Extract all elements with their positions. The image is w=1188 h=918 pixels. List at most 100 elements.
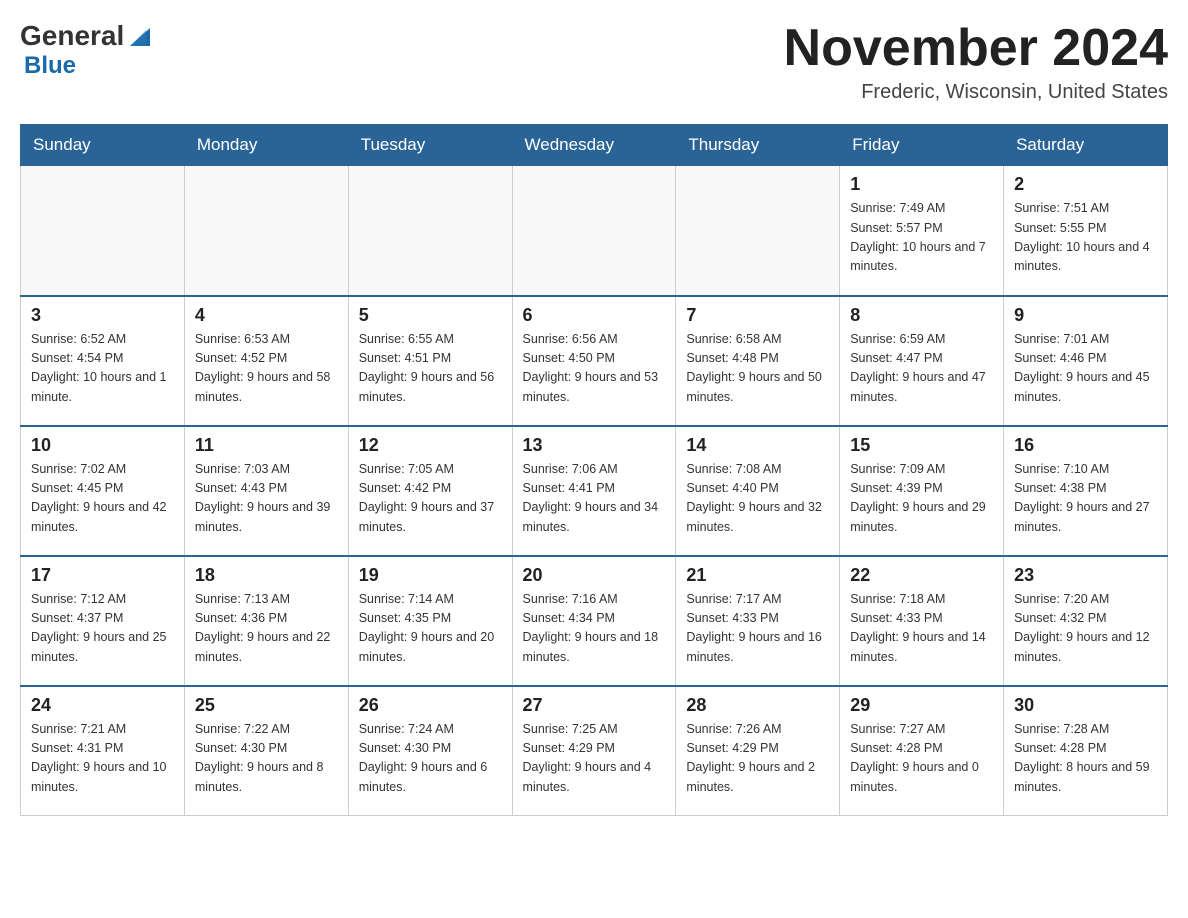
calendar-cell: 27Sunrise: 7:25 AMSunset: 4:29 PMDayligh… (512, 686, 676, 816)
day-info: Sunrise: 7:21 AMSunset: 4:31 PMDaylight:… (31, 720, 174, 798)
calendar-cell: 18 Sunrise: 7:13 AMSunset: 4:36 PMDayligh… (184, 556, 348, 686)
day-number: 7 (686, 305, 829, 326)
day-number: 15 (850, 435, 993, 456)
day-number: 1 (850, 174, 993, 195)
day-number: 24 (31, 695, 174, 716)
day-info: Sunrise: 7:51 AMSunset: 5:55 PMDaylight:… (1014, 199, 1157, 277)
calendar-cell: 19 Sunrise: 7:14 AMSunset: 4:35 PMDayligh… (348, 556, 512, 686)
calendar-cell: 8 Sunrise: 6:59 AMSunset: 4:47 PMDaylight… (840, 296, 1004, 426)
day-number: 20 (523, 565, 666, 586)
weekday-header-wednesday: Wednesday (512, 125, 676, 166)
day-number: 8 (850, 305, 993, 326)
day-number: 14 (686, 435, 829, 456)
day-info: Sunrise: 7:18 AMSunset: 4:33 PMDaylight:… (850, 590, 993, 668)
day-info: Sunrise: 6:59 AMSunset: 4:47 PMDaylight:… (850, 330, 993, 408)
calendar-cell (512, 166, 676, 296)
day-info: Sunrise: 7:10 AMSunset: 4:38 PMDaylight:… (1014, 460, 1157, 538)
weekday-header-friday: Friday (840, 125, 1004, 166)
calendar-cell: 9 Sunrise: 7:01 AMSunset: 4:46 PMDaylight… (1004, 296, 1168, 426)
calendar-cell: 29 Sunrise: 7:27 AMSunset: 4:28 PMDayligh… (840, 686, 1004, 816)
calendar-week-row: 10Sunrise: 7:02 AMSunset: 4:45 PMDayligh… (21, 426, 1168, 556)
day-number: 5 (359, 305, 502, 326)
day-info: Sunrise: 6:52 AMSunset: 4:54 PMDaylight:… (31, 330, 174, 408)
weekday-header-tuesday: Tuesday (348, 125, 512, 166)
calendar-cell: 13 Sunrise: 7:06 AMSunset: 4:41 PMDayligh… (512, 426, 676, 556)
calendar-cell: 4Sunrise: 6:53 AMSunset: 4:52 PMDaylight… (184, 296, 348, 426)
weekday-header-saturday: Saturday (1004, 125, 1168, 166)
logo-general-text: General (20, 20, 124, 52)
day-number: 9 (1014, 305, 1157, 326)
calendar-table: SundayMondayTuesdayWednesdayThursdayFrid… (20, 124, 1168, 816)
day-number: 16 (1014, 435, 1157, 456)
day-info: Sunrise: 6:58 AMSunset: 4:48 PMDaylight:… (686, 330, 829, 408)
day-number: 27 (523, 695, 666, 716)
calendar-cell: 22 Sunrise: 7:18 AMSunset: 4:33 PMDayligh… (840, 556, 1004, 686)
day-info: Sunrise: 7:28 AMSunset: 4:28 PMDaylight:… (1014, 720, 1157, 798)
calendar-cell: 25Sunrise: 7:22 AMSunset: 4:30 PMDayligh… (184, 686, 348, 816)
calendar-cell: 5 Sunrise: 6:55 AMSunset: 4:51 PMDaylight… (348, 296, 512, 426)
logo-blue-text: Blue (24, 52, 76, 80)
day-number: 10 (31, 435, 174, 456)
day-info: Sunrise: 7:27 AMSunset: 4:28 PMDaylight:… (850, 720, 993, 798)
calendar-cell: 28 Sunrise: 7:26 AMSunset: 4:29 PMDayligh… (676, 686, 840, 816)
day-info: Sunrise: 6:55 AMSunset: 4:51 PMDaylight:… (359, 330, 502, 408)
calendar-week-row: 24 Sunrise: 7:21 AMSunset: 4:31 PMDayligh… (21, 686, 1168, 816)
day-number: 3 (31, 305, 174, 326)
calendar-cell: 12 Sunrise: 7:05 AMSunset: 4:42 PMDayligh… (348, 426, 512, 556)
day-info: Sunrise: 7:03 AMSunset: 4:43 PMDaylight:… (195, 460, 338, 538)
day-number: 29 (850, 695, 993, 716)
calendar-week-row: 17 Sunrise: 7:12 AMSunset: 4:37 PMDayligh… (21, 556, 1168, 686)
calendar-cell: 30Sunrise: 7:28 AMSunset: 4:28 PMDayligh… (1004, 686, 1168, 816)
day-number: 18 (195, 565, 338, 586)
title-section: November 2024 Frederic, Wisconsin, Unite… (784, 20, 1168, 104)
day-info: Sunrise: 7:09 AMSunset: 4:39 PMDaylight:… (850, 460, 993, 538)
day-info: Sunrise: 7:26 AMSunset: 4:29 PMDaylight:… (686, 720, 829, 798)
day-number: 11 (195, 435, 338, 456)
day-number: 22 (850, 565, 993, 586)
day-number: 19 (359, 565, 502, 586)
calendar-cell: 16 Sunrise: 7:10 AMSunset: 4:38 PMDayligh… (1004, 426, 1168, 556)
calendar-cell: 7 Sunrise: 6:58 AMSunset: 4:48 PMDaylight… (676, 296, 840, 426)
day-info: Sunrise: 6:56 AMSunset: 4:50 PMDaylight:… (523, 330, 666, 408)
day-info: Sunrise: 7:20 AMSunset: 4:32 PMDaylight:… (1014, 590, 1157, 668)
calendar-week-row: 1 Sunrise: 7:49 AMSunset: 5:57 PMDaylight… (21, 166, 1168, 296)
day-number: 23 (1014, 565, 1157, 586)
calendar-cell: 24 Sunrise: 7:21 AMSunset: 4:31 PMDayligh… (21, 686, 185, 816)
weekday-header-row: SundayMondayTuesdayWednesdayThursdayFrid… (21, 125, 1168, 166)
calendar-week-row: 3 Sunrise: 6:52 AMSunset: 4:54 PMDaylight… (21, 296, 1168, 426)
calendar-cell: 14 Sunrise: 7:08 AMSunset: 4:40 PMDayligh… (676, 426, 840, 556)
calendar-cell (676, 166, 840, 296)
calendar-cell: 11 Sunrise: 7:03 AMSunset: 4:43 PMDayligh… (184, 426, 348, 556)
day-info: Sunrise: 7:08 AMSunset: 4:40 PMDaylight:… (686, 460, 829, 538)
day-number: 26 (359, 695, 502, 716)
day-number: 6 (523, 305, 666, 326)
day-info: Sunrise: 6:53 AMSunset: 4:52 PMDaylight:… (195, 330, 338, 408)
day-info: Sunrise: 7:12 AMSunset: 4:37 PMDaylight:… (31, 590, 174, 668)
location-subtitle: Frederic, Wisconsin, United States (784, 81, 1168, 104)
calendar-cell: 10Sunrise: 7:02 AMSunset: 4:45 PMDayligh… (21, 426, 185, 556)
day-number: 17 (31, 565, 174, 586)
logo: General Blue (20, 20, 154, 80)
day-info: Sunrise: 7:05 AMSunset: 4:42 PMDaylight:… (359, 460, 502, 538)
day-number: 28 (686, 695, 829, 716)
calendar-cell: 3 Sunrise: 6:52 AMSunset: 4:54 PMDaylight… (21, 296, 185, 426)
logo-icon (126, 22, 154, 50)
day-info: Sunrise: 7:22 AMSunset: 4:30 PMDaylight:… (195, 720, 338, 798)
day-info: Sunrise: 7:49 AMSunset: 5:57 PMDaylight:… (850, 199, 993, 277)
day-number: 2 (1014, 174, 1157, 195)
day-number: 12 (359, 435, 502, 456)
day-info: Sunrise: 7:14 AMSunset: 4:35 PMDaylight:… (359, 590, 502, 668)
page-header: General Blue November 2024 Frederic, Wis… (20, 20, 1168, 104)
calendar-cell: 21Sunrise: 7:17 AMSunset: 4:33 PMDayligh… (676, 556, 840, 686)
day-info: Sunrise: 7:13 AMSunset: 4:36 PMDaylight:… (195, 590, 338, 668)
calendar-cell: 23 Sunrise: 7:20 AMSunset: 4:32 PMDayligh… (1004, 556, 1168, 686)
calendar-cell (348, 166, 512, 296)
day-info: Sunrise: 7:24 AMSunset: 4:30 PMDaylight:… (359, 720, 502, 798)
day-info: Sunrise: 7:01 AMSunset: 4:46 PMDaylight:… (1014, 330, 1157, 408)
day-number: 13 (523, 435, 666, 456)
calendar-cell: 20Sunrise: 7:16 AMSunset: 4:34 PMDayligh… (512, 556, 676, 686)
weekday-header-thursday: Thursday (676, 125, 840, 166)
weekday-header-sunday: Sunday (21, 125, 185, 166)
day-info: Sunrise: 7:06 AMSunset: 4:41 PMDaylight:… (523, 460, 666, 538)
day-info: Sunrise: 7:17 AMSunset: 4:33 PMDaylight:… (686, 590, 829, 668)
